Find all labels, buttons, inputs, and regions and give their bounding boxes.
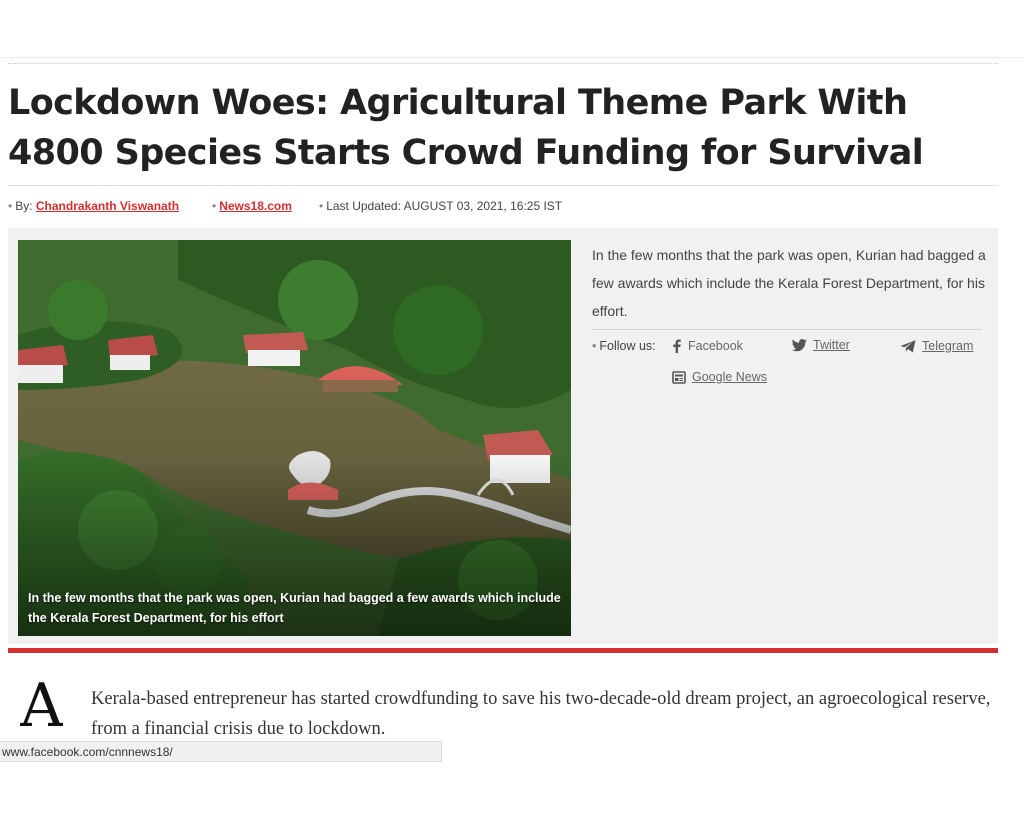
top-border <box>0 57 1024 58</box>
last-updated: Last Updated: AUGUST 03, 2021, 16:25 IST <box>326 199 563 213</box>
facebook-label: Facebook <box>688 339 743 353</box>
twitter-link[interactable]: Twitter <box>792 338 850 352</box>
accent-divider <box>8 648 998 653</box>
google-news-link[interactable]: Google News <box>672 370 767 384</box>
photo-aerial-park <box>18 240 571 636</box>
side-summary: In the few months that the park was open… <box>592 247 986 319</box>
bullet: • <box>592 339 597 353</box>
author-link[interactable]: Chandrakanth Viswanath <box>36 199 179 213</box>
article-lead-paragraph: Kerala-based entrepreneur has started cr… <box>91 689 991 739</box>
facebook-icon <box>673 339 681 353</box>
source-link[interactable]: News18.com <box>219 199 292 213</box>
google-news-icon <box>672 370 686 384</box>
photo-caption: In the few months that the park was open… <box>28 591 561 625</box>
twitter-icon <box>792 338 807 351</box>
drop-cap: A <box>20 676 64 740</box>
bullet: • <box>319 199 324 213</box>
bullet: • <box>212 199 217 213</box>
facebook-link[interactable]: Facebook <box>672 339 743 353</box>
article-headline: Lockdown Woes: Agricultural Theme Park W… <box>8 83 924 173</box>
headline-divider <box>8 185 998 186</box>
telegram-label: Telegram <box>922 339 974 353</box>
status-bar-url: www.facebook.com/cnnnews18/ <box>0 741 442 762</box>
dotted-divider <box>8 63 998 64</box>
bullet: • <box>8 199 13 213</box>
telegram-link[interactable]: Telegram <box>900 339 973 353</box>
side-divider <box>592 329 982 330</box>
telegram-icon <box>900 339 916 352</box>
by-label: By: <box>15 199 33 213</box>
byline-updated-group: • Last Updated: AUGUST 03, 2021, 16:25 IS… <box>319 199 562 213</box>
byline-source-group: • News18.com <box>212 199 292 213</box>
google-news-label: Google News <box>692 370 768 384</box>
twitter-label: Twitter <box>813 338 850 352</box>
follow-us-text: Follow us: <box>599 339 656 353</box>
article-photo[interactable]: In the few months that the park was open… <box>18 240 571 636</box>
follow-us-label: • Follow us: <box>592 339 656 353</box>
byline-author-group: • By: Chandrakanth Viswanath <box>8 199 179 213</box>
feature-box: In the few months that the park was open… <box>8 228 998 644</box>
